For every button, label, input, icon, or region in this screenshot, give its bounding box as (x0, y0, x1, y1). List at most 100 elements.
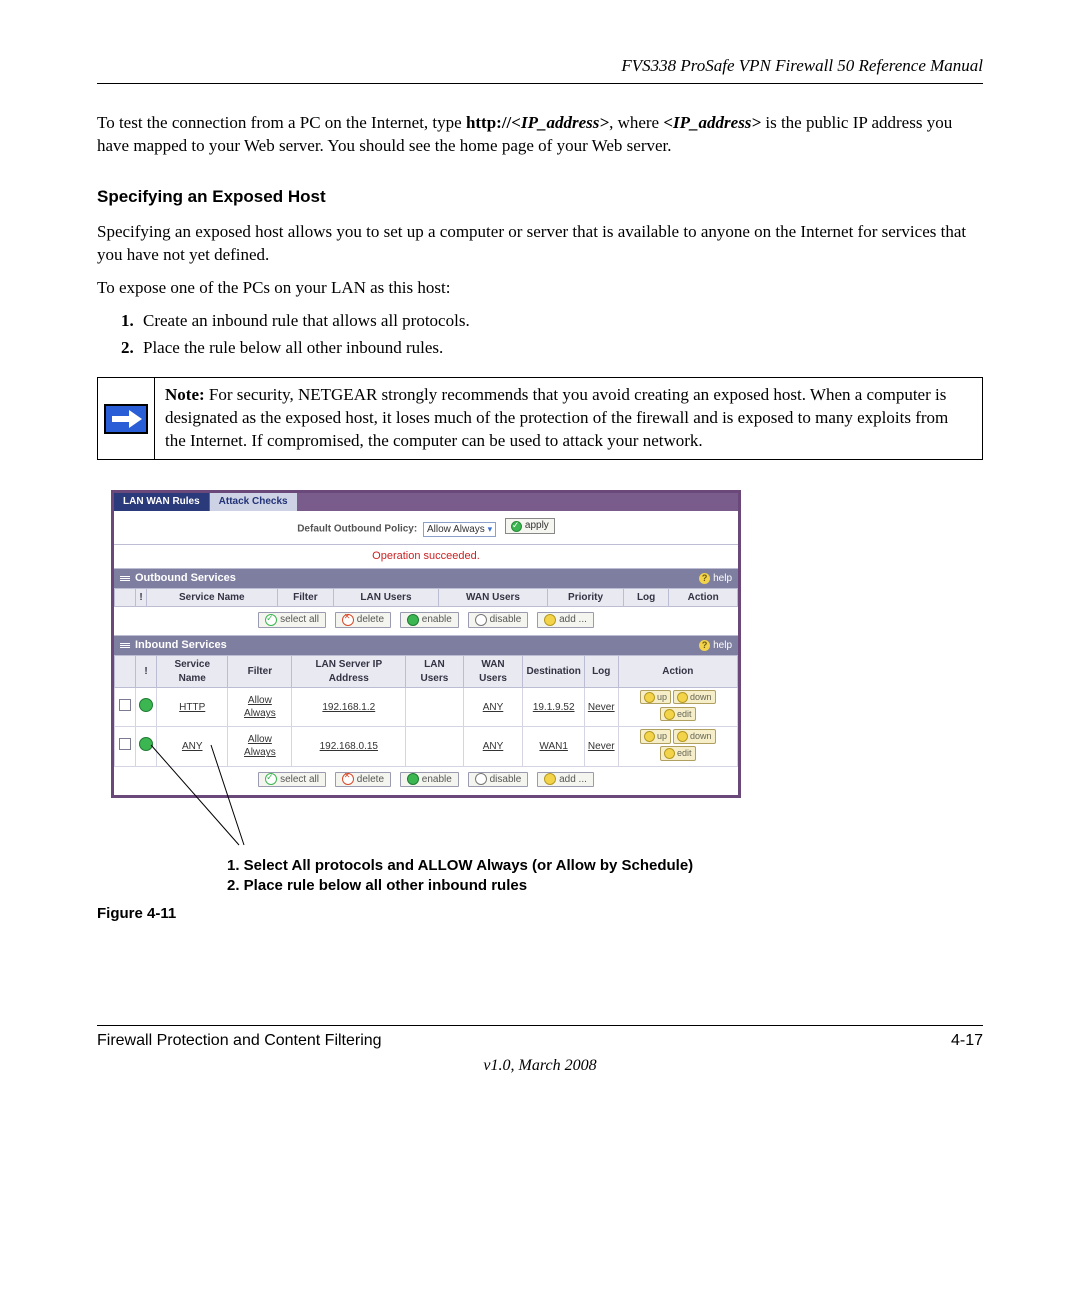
select-all-button[interactable]: select all (258, 612, 326, 628)
down-icon (677, 692, 688, 703)
callout-line-1: 1. Select All protocols and ALLOW Always… (227, 856, 983, 876)
col-log: Log (623, 588, 669, 607)
disable-icon (475, 773, 487, 785)
step-text: Place the rule below all other inbound r… (143, 338, 443, 357)
outbound-buttons: select all delete enable disable add ... (114, 607, 738, 636)
add-button[interactable]: add ... (537, 772, 594, 788)
cell-log[interactable]: Never (584, 727, 618, 766)
disable-button[interactable]: disable (468, 612, 529, 628)
policy-row: Default Outbound Policy: Allow Always ▾ … (114, 511, 738, 545)
disable-button[interactable]: disable (468, 772, 529, 788)
cell-dest[interactable]: WAN1 (523, 727, 584, 766)
col-alert: ! (136, 656, 157, 688)
intro-paragraph: To test the connection from a PC on the … (97, 112, 983, 158)
enable-icon (407, 773, 419, 785)
cell-lanusers (406, 688, 463, 727)
inbound-section-bar: Inbound Services ?help (114, 636, 738, 655)
steps-list: 1.Create an inbound rule that allows all… (97, 310, 983, 360)
section-paragraph-2: To expose one of the PCs on your LAN as … (97, 277, 983, 300)
cell-log[interactable]: Never (584, 688, 618, 727)
edit-button[interactable]: edit (660, 746, 696, 760)
callout-line-2: 2. Place rule below all other inbound ru… (227, 876, 983, 896)
status-message: Operation succeeded. (114, 545, 738, 569)
col-action: Action (618, 656, 737, 688)
disable-icon (475, 614, 487, 626)
enable-button[interactable]: enable (400, 612, 459, 628)
inbound-table: ! Service Name Filter LAN Server IP Addr… (114, 655, 738, 766)
step-num: 1. (121, 310, 143, 333)
col-filter: Filter (277, 588, 334, 607)
up-button[interactable]: up (640, 690, 671, 704)
section-heading: Specifying an Exposed Host (97, 186, 983, 209)
edit-button[interactable]: edit (660, 707, 696, 721)
enable-icon (407, 614, 419, 626)
cell-dest[interactable]: 19.1.9.52 (523, 688, 584, 727)
arrow-right-icon (104, 404, 148, 434)
note-label: Note: (165, 385, 205, 404)
outbound-title: Outbound Services (135, 571, 236, 586)
add-icon (544, 773, 556, 785)
cell-filter[interactable]: Allow Always (228, 688, 292, 727)
footer-version: v1.0, March 2008 (97, 1055, 983, 1077)
cell-wanusers[interactable]: ANY (463, 688, 523, 727)
help-link[interactable]: ?help (699, 572, 732, 586)
down-button[interactable]: down (673, 690, 716, 704)
col-wanusers: WAN Users (463, 656, 523, 688)
apply-button[interactable]: apply (505, 518, 555, 534)
cell-lanip[interactable]: 192.168.1.2 (292, 688, 406, 727)
ip-placeholder: <IP_address> (511, 113, 609, 132)
policy-select[interactable]: Allow Always ▾ (423, 522, 496, 538)
select-all-button[interactable]: select all (258, 772, 326, 788)
status-icon (139, 698, 153, 712)
up-icon (644, 731, 655, 742)
up-button[interactable]: up (640, 729, 671, 743)
delete-button[interactable]: delete (335, 772, 391, 788)
col-service: Service Name (157, 656, 228, 688)
checkbox[interactable] (119, 699, 131, 711)
tab-attack-checks[interactable]: Attack Checks (210, 493, 298, 511)
status-icon (139, 737, 153, 751)
section-paragraph-1: Specifying an exposed host allows you to… (97, 221, 983, 267)
col-action: Action (669, 588, 738, 607)
cell-lanip[interactable]: 192.168.0.15 (292, 727, 406, 766)
page-header: FVS338 ProSafe VPN Firewall 50 Reference… (97, 55, 983, 84)
step-text: Create an inbound rule that allows all p… (143, 311, 470, 330)
chevron-down-icon: ▾ (488, 524, 493, 534)
cell-service[interactable]: HTTP (157, 688, 228, 727)
enable-button[interactable]: enable (400, 772, 459, 788)
col-service: Service Name (147, 588, 278, 607)
text: , where (609, 113, 663, 132)
cell-filter[interactable]: Allow Always (228, 727, 292, 766)
outbound-table: ! Service Name Filter LAN Users WAN User… (114, 588, 738, 608)
down-icon (677, 731, 688, 742)
check-icon (265, 614, 277, 626)
delete-button[interactable]: delete (335, 612, 391, 628)
cell-action: updown edit (618, 727, 737, 766)
col-alert: ! (136, 588, 147, 607)
policy-label: Default Outbound Policy: (297, 524, 417, 535)
col-lanusers: LAN Users (406, 656, 463, 688)
add-button[interactable]: add ... (537, 612, 594, 628)
edit-icon (664, 748, 675, 759)
outbound-section-bar: Outbound Services ?help (114, 569, 738, 588)
router-window: LAN WAN Rules Attack Checks Default Outb… (111, 490, 741, 798)
add-icon (544, 614, 556, 626)
edit-icon (664, 709, 675, 720)
url-bold: http:// (466, 113, 511, 132)
check-icon (265, 773, 277, 785)
help-link[interactable]: ?help (699, 639, 732, 653)
checkbox[interactable] (119, 738, 131, 750)
tab-bar: LAN WAN Rules Attack Checks (114, 493, 738, 511)
cell-service[interactable]: ANY (157, 727, 228, 766)
cell-wanusers[interactable]: ANY (463, 727, 523, 766)
tab-lan-wan-rules[interactable]: LAN WAN Rules (114, 493, 210, 511)
note-box: Note: For security, NETGEAR strongly rec… (97, 377, 983, 460)
up-icon (644, 692, 655, 703)
note-icon-cell (98, 378, 155, 459)
col-dest: Destination (523, 656, 584, 688)
x-icon (342, 773, 354, 785)
footer-right: 4-17 (951, 1030, 983, 1052)
down-button[interactable]: down (673, 729, 716, 743)
col-lanip: LAN Server IP Address (292, 656, 406, 688)
text: To test the connection from a PC on the … (97, 113, 466, 132)
